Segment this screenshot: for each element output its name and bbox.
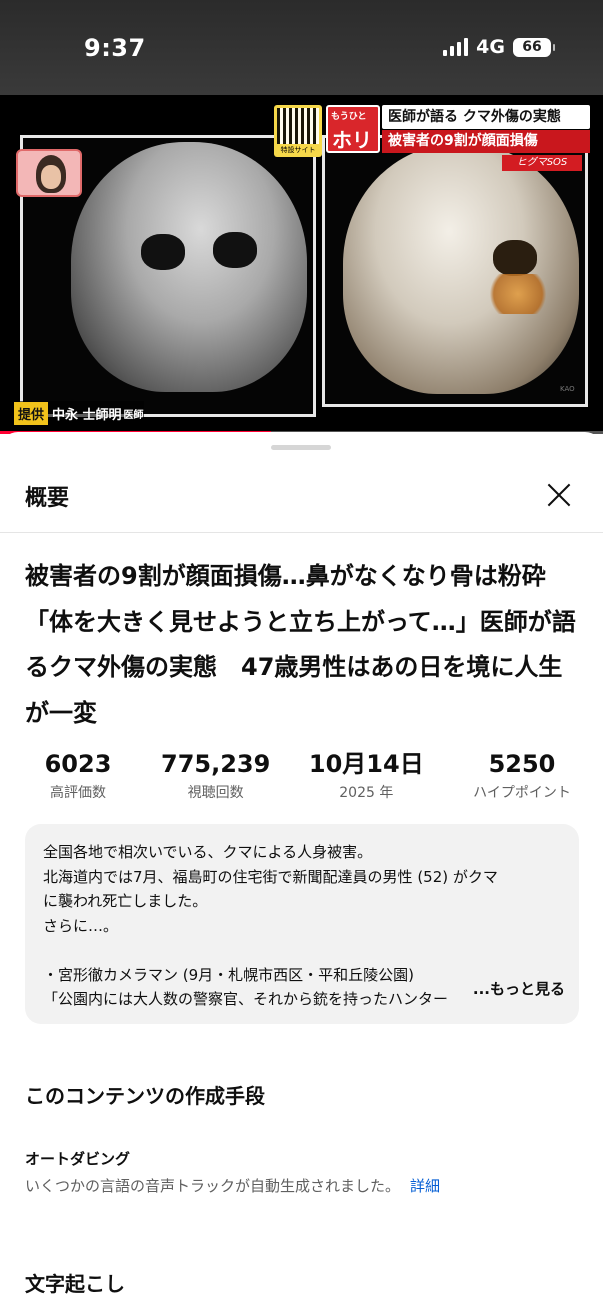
stat-value: 10月14日 — [308, 750, 424, 778]
sheet-title: 概要 — [25, 486, 70, 511]
description-line — [43, 938, 561, 963]
stat-label: 視聴回数 — [187, 785, 244, 801]
stat-label: 2025 年 — [339, 785, 394, 801]
credit-suffix: 医師 — [123, 409, 144, 421]
status-indicators: 4G 66 — [443, 36, 555, 58]
credit-name: 中永 士師明 — [52, 407, 122, 423]
battery-icon: 66 — [513, 37, 555, 57]
stat-value: 5250 — [488, 750, 556, 778]
ct-scan-image-right — [322, 135, 588, 407]
signal-icon — [443, 38, 469, 56]
watermark: KAO — [560, 385, 575, 393]
video-player[interactable]: 特設サイト もうひと ホリ 医師が語る クマ外傷の実態 被害者の9割が顔面損傷 … — [0, 95, 603, 433]
stat-date: 10月14日 2025 年 — [300, 748, 432, 802]
battery-level: 66 — [522, 38, 542, 55]
stat-likes: 6023 高評価数 — [25, 748, 131, 802]
stat-label: ハイプポイント — [473, 785, 571, 801]
qr-label: 特設サイト — [280, 146, 316, 154]
details-link[interactable]: 詳細 — [410, 1177, 440, 1195]
stat-value: 6023 — [44, 750, 112, 778]
presenter-thumbnail — [16, 149, 82, 197]
banner-subheadline: 被害者の9割が顔面損傷 — [382, 130, 590, 153]
divider — [0, 532, 603, 533]
brand-tag: ヒグマSOS — [502, 155, 582, 171]
news-banner: もうひと ホリ 医師が語る クマ外傷の実態 被害者の9割が顔面損傷 — [326, 105, 590, 153]
description-box[interactable]: 全国各地で相次いでいる、クマによる人身被害。 北海道内では7月、福島町の住宅街で… — [25, 824, 579, 1024]
image-credit: 提供 中永 士師明 医師 — [14, 401, 144, 425]
credit-tag: 提供 — [14, 401, 49, 425]
video-stats: 6023 高評価数 775,239 視聴回数 10月14日 2025 年 525… — [25, 748, 585, 802]
drag-handle[interactable] — [271, 445, 331, 450]
stat-views: 775,239 視聴回数 — [158, 748, 274, 802]
close-icon[interactable] — [544, 480, 574, 510]
status-bar: 9:37 4G 66 — [0, 0, 603, 95]
transcript-heading: 文字起こし — [25, 1272, 125, 1296]
status-time: 9:37 — [84, 34, 146, 62]
description-line: 全国各地で相次いでいる、クマによる人身被害。 — [43, 843, 373, 861]
show-more-button[interactable]: ...もっと見る — [442, 977, 565, 1002]
auto-dubbing-description: いくつかの言語の音声トラックが自動生成されました。 — [25, 1177, 401, 1195]
skull-image — [71, 142, 307, 392]
qr-code: 特設サイト — [274, 105, 322, 157]
description-line: に襲われ死亡しました。 — [43, 892, 208, 910]
stat-hype: 5250 ハイプポイント — [459, 748, 585, 802]
stat-value: 775,239 — [161, 750, 271, 778]
auto-dubbing-text: いくつかの言語の音声トラックが自動生成されました。 詳細 — [25, 1175, 440, 1196]
description-line: さらに…。 — [43, 916, 119, 935]
auto-dubbing-title: オートダビング — [25, 1150, 131, 1168]
video-title: 被害者の9割が顔面損傷…鼻がなくなり骨は粉砕「体を大きく見せようと立ち上がって…… — [25, 562, 576, 727]
description-sheet: 概要 被害者の9割が顔面損傷…鼻がなくなり骨は粉砕「体を大きく見せようと立ち上が… — [0, 432, 603, 1311]
skull-image — [343, 144, 579, 394]
network-type: 4G — [476, 36, 505, 58]
banner-headline: 医師が語る クマ外傷の実態 — [382, 105, 590, 129]
description-line: 北海道内では7月、福島町の住宅街で新聞配達員の男性 (52) がクマ — [43, 867, 498, 886]
creation-section-heading: このコンテンツの作成手段 — [25, 1084, 265, 1108]
stat-label: 高評価数 — [50, 785, 106, 801]
program-logo: もうひと ホリ — [326, 105, 380, 153]
